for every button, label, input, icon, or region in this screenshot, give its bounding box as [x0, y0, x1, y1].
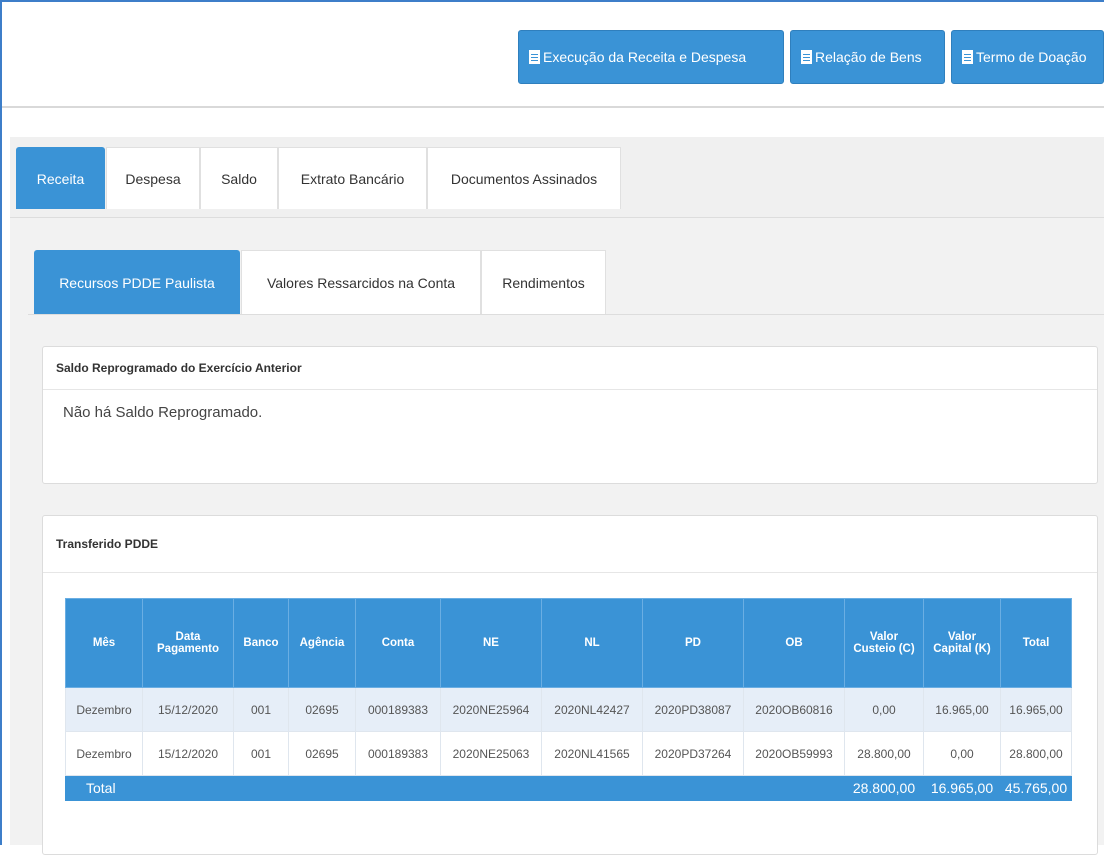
- window-left-border: [0, 0, 2, 845]
- cell-data-pagamento: 15/12/2020: [142, 687, 234, 732]
- total-label: Total: [65, 775, 845, 801]
- cell-mes: Dezembro: [65, 731, 143, 776]
- col-valor-custeio: Valor Custeio (C): [844, 598, 924, 688]
- receita-panel: Recursos PDDE Paulista Valores Ressarcid…: [10, 218, 1104, 855]
- col-mes: Mês: [65, 598, 143, 688]
- col-conta: Conta: [355, 598, 441, 688]
- subtab-valores-ressarcidos[interactable]: Valores Ressarcidos na Conta: [241, 250, 481, 314]
- cell-valor-capital: 0,00: [923, 731, 1001, 776]
- total-custeio: 28.800,00: [844, 775, 924, 801]
- execucao-receita-despesa-button[interactable]: Execução da Receita e Despesa: [518, 30, 784, 84]
- cell-pd: 2020PD37264: [642, 731, 744, 776]
- table-header-row: Mês Data Pagamento Banco Agência Conta N…: [65, 598, 1072, 688]
- cell-valor-custeio: 28.800,00: [844, 731, 924, 776]
- cell-banco: 001: [233, 687, 289, 732]
- col-ne: NE: [440, 598, 542, 688]
- col-ob: OB: [743, 598, 845, 688]
- termo-doacao-button[interactable]: Termo de Doação: [951, 30, 1104, 84]
- main-tabs: Receita Despesa Saldo Extrato Bancário D…: [10, 137, 1104, 218]
- cell-total: 28.800,00: [1000, 731, 1072, 776]
- cell-pd: 2020PD38087: [642, 687, 744, 732]
- col-agencia: Agência: [288, 598, 356, 688]
- cell-conta: 000189383: [355, 687, 441, 732]
- saldo-card-message: Não há Saldo Reprogramado.: [63, 404, 263, 421]
- table-total-row: Total 28.800,00 16.965,00 45.765,00: [65, 775, 1072, 801]
- col-nl: NL: [541, 598, 643, 688]
- total-total: 45.765,00: [1000, 775, 1072, 801]
- tab-receita[interactable]: Receita: [16, 147, 105, 209]
- cell-valor-capital: 16.965,00: [923, 687, 1001, 732]
- cell-ob: 2020OB59993: [743, 731, 845, 776]
- cell-total: 16.965,00: [1000, 687, 1072, 732]
- cell-ne: 2020NE25063: [440, 731, 542, 776]
- transferido-table: Mês Data Pagamento Banco Agência Conta N…: [65, 598, 1072, 801]
- cell-ne: 2020NE25964: [440, 687, 542, 732]
- termo-button-label: Termo de Doação: [976, 49, 1087, 65]
- cell-data-pagamento: 15/12/2020: [142, 731, 234, 776]
- cell-agencia: 02695: [288, 731, 356, 776]
- sub-tabs: Recursos PDDE Paulista Valores Ressarcid…: [28, 250, 1104, 315]
- col-total: Total: [1000, 598, 1072, 688]
- relacao-button-label: Relação de Bens: [815, 49, 922, 65]
- cell-nl: 2020NL42427: [541, 687, 643, 732]
- report-toolbar: Execução da Receita e Despesa Relação de…: [2, 2, 1104, 108]
- subtab-rendimentos[interactable]: Rendimentos: [481, 250, 606, 314]
- col-data-pagamento: Data Pagamento: [142, 598, 234, 688]
- saldo-card-title: Saldo Reprogramado do Exercício Anterior: [43, 347, 1097, 390]
- subtab-recursos-pdde-paulista[interactable]: Recursos PDDE Paulista: [34, 250, 240, 314]
- cell-conta: 000189383: [355, 731, 441, 776]
- tab-despesa[interactable]: Despesa: [106, 147, 200, 209]
- transferido-pdde-card: Transferido PDDE Mês Data Pagamento Banc…: [42, 515, 1098, 855]
- col-valor-capital: Valor Capital (K): [923, 598, 1001, 688]
- table-row: Dezembro 15/12/2020 001 02695 000189383 …: [65, 731, 1072, 776]
- pdf-document-icon: [529, 50, 540, 64]
- cell-banco: 001: [233, 731, 289, 776]
- transferido-card-title: Transferido PDDE: [43, 516, 1097, 573]
- tab-extrato-bancario[interactable]: Extrato Bancário: [278, 147, 427, 209]
- cell-ob: 2020OB60816: [743, 687, 845, 732]
- pdf-document-icon: [962, 50, 973, 64]
- cell-nl: 2020NL41565: [541, 731, 643, 776]
- table-row: Dezembro 15/12/2020 001 02695 000189383 …: [65, 687, 1072, 732]
- relacao-bens-button[interactable]: Relação de Bens: [790, 30, 945, 84]
- tab-documentos-assinados[interactable]: Documentos Assinados: [427, 147, 621, 209]
- tab-saldo[interactable]: Saldo: [200, 147, 278, 209]
- col-pd: PD: [642, 598, 744, 688]
- pdf-document-icon: [801, 50, 812, 64]
- total-capital: 16.965,00: [923, 775, 1001, 801]
- col-banco: Banco: [233, 598, 289, 688]
- cell-valor-custeio: 0,00: [844, 687, 924, 732]
- execucao-button-label: Execução da Receita e Despesa: [543, 49, 747, 65]
- saldo-reprogramado-card: Saldo Reprogramado do Exercício Anterior…: [42, 346, 1098, 484]
- cell-mes: Dezembro: [65, 687, 143, 732]
- cell-agencia: 02695: [288, 687, 356, 732]
